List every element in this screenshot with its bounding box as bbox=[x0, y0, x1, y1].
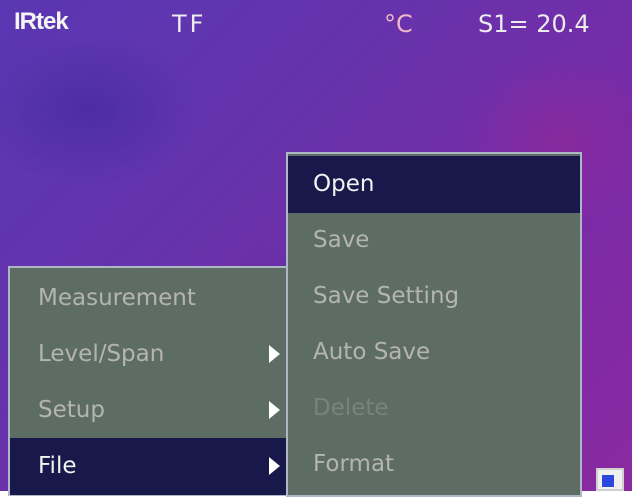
submenu-item-label: Save Setting bbox=[313, 283, 460, 309]
menu-item-level-span[interactable]: Level/Span bbox=[10, 326, 286, 383]
temperature-unit: °C bbox=[384, 10, 413, 38]
submenu-item-label: Auto Save bbox=[313, 339, 431, 365]
triangle-right-icon bbox=[269, 457, 280, 475]
submenu-item-label: Format bbox=[313, 451, 395, 477]
triangle-right-icon bbox=[269, 345, 280, 363]
file-submenu: Open Save Save Setting Auto Save Delete … bbox=[286, 152, 582, 497]
menu-item-measurement[interactable]: Measurement bbox=[10, 270, 286, 327]
submenu-item-auto-save[interactable]: Auto Save bbox=[288, 324, 580, 381]
spot-temperature-readout: S1= 20.4 bbox=[478, 10, 590, 38]
menu-item-label: Level/Span bbox=[38, 341, 165, 367]
submenu-item-label: Open bbox=[313, 171, 375, 197]
battery-level-fill bbox=[602, 475, 614, 487]
measurement-mode: TF bbox=[172, 10, 207, 38]
submenu-item-label: Delete bbox=[313, 395, 389, 421]
submenu-item-label: Save bbox=[313, 227, 370, 253]
main-menu: Measurement Level/Span Setup File bbox=[8, 266, 288, 496]
submenu-item-open[interactable]: Open bbox=[288, 156, 580, 213]
triangle-right-icon bbox=[269, 401, 280, 419]
menu-item-setup[interactable]: Setup bbox=[10, 382, 286, 439]
menu-item-file[interactable]: File bbox=[10, 438, 286, 495]
battery-icon bbox=[596, 468, 624, 491]
submenu-item-save[interactable]: Save bbox=[288, 212, 580, 269]
menu-item-label: Measurement bbox=[38, 285, 196, 311]
menu-item-label: File bbox=[38, 453, 77, 479]
submenu-item-save-setting[interactable]: Save Setting bbox=[288, 268, 580, 325]
submenu-item-format[interactable]: Format bbox=[288, 436, 580, 493]
thermal-image-view: IRtek TF °C S1= 20.4 Measurement Level/S… bbox=[0, 0, 632, 497]
menu-item-label: Setup bbox=[38, 397, 105, 423]
brand-logo: IRtek bbox=[14, 8, 69, 35]
submenu-item-delete: Delete bbox=[288, 380, 580, 437]
